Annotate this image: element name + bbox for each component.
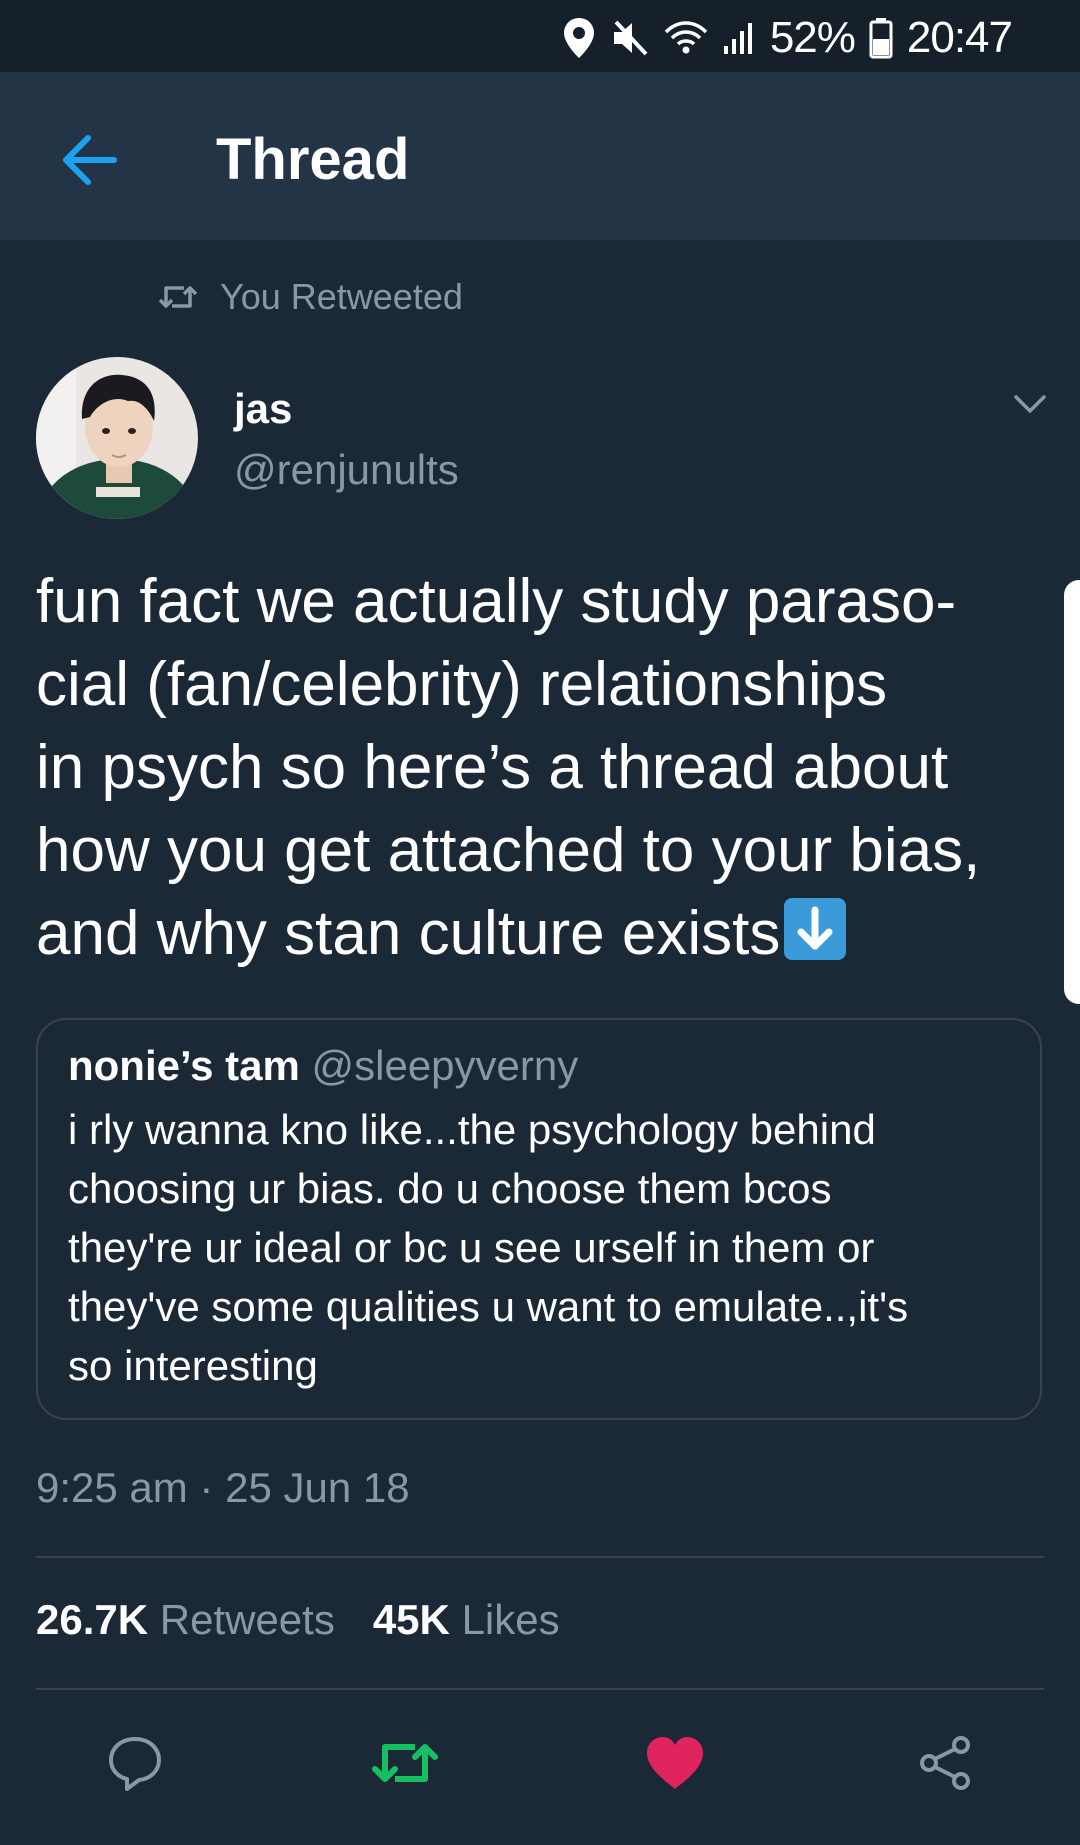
share-icon	[920, 1736, 970, 1790]
signal-icon	[722, 20, 756, 56]
tweet-text: fun fact we actually study paraso- cial …	[36, 560, 1056, 975]
retweets-count: 26.7K	[36, 1596, 149, 1643]
quoted-line: i rly wanna kno like...the psychology be…	[68, 1106, 876, 1153]
quoted-tweet-text: i rly wanna kno like...the psychology be…	[68, 1100, 1008, 1395]
status-icons: 52% 20:47	[562, 10, 1013, 66]
author-name[interactable]: jas	[234, 385, 292, 433]
reply-icon	[109, 1737, 161, 1791]
tweet-line: fun fact we actually study paraso-	[36, 567, 957, 636]
likes-count: 45K	[372, 1596, 450, 1643]
scroll-handle[interactable]	[1064, 580, 1080, 1004]
tweet-line: how you get attached to your bias,	[36, 816, 981, 885]
status-bar: 52% 20:47	[0, 0, 1080, 72]
retweet-button[interactable]	[370, 1728, 440, 1798]
back-arrow-icon	[63, 135, 117, 185]
back-button[interactable]	[54, 124, 126, 196]
battery-percent: 52%	[769, 13, 856, 62]
quoted-line: they've some qualities u want to emulate…	[68, 1283, 909, 1330]
quoted-author-handle: @sleepyverny	[311, 1042, 579, 1089]
quoted-line: they're ur ideal or bc u see urself in t…	[68, 1224, 875, 1271]
location-icon	[562, 16, 596, 60]
retweets-label: Retweets	[159, 1596, 335, 1643]
like-button[interactable]	[640, 1728, 710, 1798]
tweet-line-last: and why stan culture exists	[36, 892, 1056, 975]
author-handle[interactable]: @renjunults	[234, 446, 459, 494]
mute-icon	[610, 18, 650, 58]
avatar[interactable]	[36, 357, 198, 519]
divider	[36, 1688, 1044, 1690]
reply-button[interactable]	[100, 1728, 170, 1798]
tweet-stats: 26.7K Retweets 45K Likes	[36, 1596, 560, 1644]
divider	[36, 1556, 1044, 1558]
quoted-tweet-card[interactable]: nonie’s tam @sleepyverny i rly wanna kno…	[36, 1018, 1042, 1420]
tweet-line: in psych so here’s a thread about	[36, 733, 949, 802]
retweet-indicator-label: You Retweeted	[220, 276, 463, 317]
down-arrow-emoji	[784, 898, 847, 960]
chevron-down-icon	[1014, 395, 1046, 413]
retweets-stat[interactable]: 26.7K Retweets	[36, 1596, 335, 1644]
thread-header: Thread	[0, 72, 1080, 240]
battery-icon	[869, 17, 893, 59]
wifi-icon	[664, 20, 708, 56]
quoted-tweet-header: nonie’s tam @sleepyverny	[68, 1042, 578, 1090]
tweet-line: cial (fan/celebrity) relationships	[36, 650, 888, 719]
likes-stat[interactable]: 45K Likes	[373, 1596, 560, 1644]
clock: 20:47	[906, 13, 1013, 62]
retweet-icon	[372, 1744, 438, 1782]
retweet-indicator: You Retweeted	[158, 272, 463, 322]
page-title: Thread	[216, 127, 410, 192]
quoted-line: so interesting	[68, 1342, 318, 1389]
tweet-timestamp: 9:25 am · 25 Jun 18	[36, 1464, 410, 1511]
heart-icon	[647, 1737, 703, 1789]
tweet-menu-button[interactable]	[1010, 384, 1050, 424]
share-button[interactable]	[910, 1728, 980, 1798]
tweet-line: and why stan culture exists	[36, 899, 781, 968]
quoted-line: choosing ur bias. do u choose them bcos	[68, 1165, 832, 1212]
retweet-small-icon	[158, 286, 198, 308]
quoted-author-name: nonie’s tam	[68, 1042, 300, 1089]
likes-label: Likes	[461, 1596, 560, 1643]
